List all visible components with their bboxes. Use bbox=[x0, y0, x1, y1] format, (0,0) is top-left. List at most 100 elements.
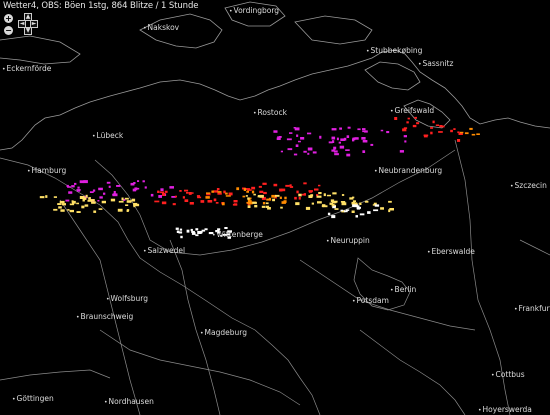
lightning-strike bbox=[412, 124, 417, 128]
lightning-strike bbox=[438, 131, 443, 133]
city-label: Stubbekøbing bbox=[366, 46, 423, 55]
lightning-strike bbox=[247, 189, 252, 191]
lightning-strike bbox=[423, 134, 428, 138]
lightning-strike bbox=[370, 143, 374, 146]
city-label: Salzwedel bbox=[143, 246, 186, 255]
lightning-strike bbox=[195, 228, 199, 231]
lightning-strike bbox=[83, 180, 88, 184]
lightning-strike bbox=[142, 180, 145, 183]
city-label: Cottbus bbox=[491, 370, 525, 379]
lightning-strike bbox=[225, 192, 228, 195]
city-label: Szczecin bbox=[510, 181, 547, 190]
pan-control: ▲ ◄ ► ▼ bbox=[18, 13, 38, 35]
lightning-strike bbox=[137, 180, 140, 182]
lightning-strike bbox=[113, 191, 116, 194]
lightning-strike bbox=[317, 201, 322, 204]
lightning-strike bbox=[351, 210, 355, 213]
lightning-strike bbox=[373, 209, 379, 212]
lightning-strike bbox=[117, 208, 123, 212]
lightning-strike bbox=[295, 144, 299, 147]
lightning-strike bbox=[399, 150, 404, 153]
lightning-strike bbox=[98, 187, 103, 191]
lightning-strike bbox=[294, 196, 297, 200]
lightning-strike bbox=[457, 139, 461, 142]
lightning-strike bbox=[259, 194, 264, 198]
lightning-strike bbox=[364, 200, 369, 203]
city-label: Sassnitz bbox=[418, 59, 454, 68]
city-label: Nordhausen bbox=[104, 397, 154, 406]
lightning-strike bbox=[215, 202, 219, 204]
lightning-strike bbox=[303, 150, 307, 153]
lightning-strike bbox=[184, 189, 189, 192]
lightning-strike bbox=[307, 152, 310, 155]
zoom-out-button[interactable]: − bbox=[4, 26, 13, 35]
lightning-strike bbox=[316, 195, 322, 198]
lightning-map[interactable] bbox=[0, 0, 550, 415]
lightning-strike bbox=[103, 192, 106, 195]
lightning-strike bbox=[403, 135, 407, 138]
lightning-strike bbox=[266, 198, 271, 201]
lightning-strike bbox=[45, 195, 48, 198]
lightning-strike bbox=[134, 187, 140, 190]
lightning-strike bbox=[339, 127, 342, 130]
lightning-strike bbox=[68, 191, 73, 194]
lightning-strike bbox=[303, 182, 307, 185]
lightning-strike bbox=[88, 197, 91, 200]
lightning-strike bbox=[131, 198, 136, 202]
lightning-strike bbox=[169, 186, 174, 189]
lightning-strike bbox=[216, 188, 220, 191]
lightning-strike bbox=[471, 133, 476, 136]
lightning-strike bbox=[245, 195, 248, 197]
lightning-strike bbox=[189, 202, 194, 205]
lightning-strike bbox=[301, 193, 306, 196]
lightning-strike bbox=[321, 205, 325, 208]
lightning-strike bbox=[380, 207, 384, 210]
lightning-strike bbox=[72, 200, 76, 204]
lightning-strike bbox=[180, 235, 183, 239]
lightning-strike bbox=[349, 197, 354, 200]
lightning-strike bbox=[236, 187, 240, 191]
city-label: Eberswalde bbox=[427, 247, 475, 256]
lightning-strike bbox=[275, 194, 280, 197]
lightning-strike bbox=[247, 205, 251, 208]
lightning-strike bbox=[356, 206, 361, 209]
lightning-strike bbox=[259, 190, 264, 193]
lightning-strike bbox=[362, 130, 367, 133]
lightning-strike bbox=[234, 203, 238, 206]
lightning-strike bbox=[374, 204, 380, 207]
lightning-strike bbox=[59, 206, 62, 209]
lightning-strike bbox=[124, 197, 129, 200]
lightning-strike bbox=[200, 200, 205, 203]
lightning-strike bbox=[430, 127, 434, 129]
lightning-strike bbox=[307, 132, 312, 135]
lightning-strike bbox=[81, 205, 85, 209]
lightning-strike bbox=[279, 196, 282, 199]
lightning-strike bbox=[464, 132, 469, 135]
lightning-strike bbox=[84, 204, 89, 207]
lightning-strike bbox=[144, 186, 147, 189]
lightning-strike bbox=[97, 200, 100, 202]
lightning-strike bbox=[222, 202, 225, 206]
lightning-strike bbox=[476, 133, 480, 135]
lightning-strike bbox=[289, 132, 293, 134]
lightning-strike bbox=[201, 229, 206, 232]
lightning-strike bbox=[164, 190, 168, 193]
lightning-strike bbox=[205, 196, 210, 199]
lightning-strike bbox=[172, 203, 176, 206]
lightning-strike bbox=[273, 130, 278, 133]
lightning-strike bbox=[298, 140, 301, 143]
lightning-strike bbox=[318, 184, 321, 187]
lightning-strike bbox=[158, 195, 162, 198]
lightning-strike bbox=[92, 189, 96, 192]
pan-down-button[interactable]: ▼ bbox=[24, 27, 32, 35]
lightning-strike bbox=[403, 127, 408, 129]
zoom-in-button[interactable]: + bbox=[4, 14, 13, 23]
lightning-strike bbox=[206, 192, 211, 194]
city-label: Hoyerswerda bbox=[478, 405, 532, 414]
lightning-strike bbox=[39, 196, 45, 199]
lightning-strike bbox=[460, 131, 464, 134]
city-label: Wittenberge bbox=[212, 230, 263, 239]
lightning-strike bbox=[281, 201, 286, 204]
lightning-strike bbox=[106, 181, 111, 184]
lightning-strike bbox=[213, 198, 217, 202]
